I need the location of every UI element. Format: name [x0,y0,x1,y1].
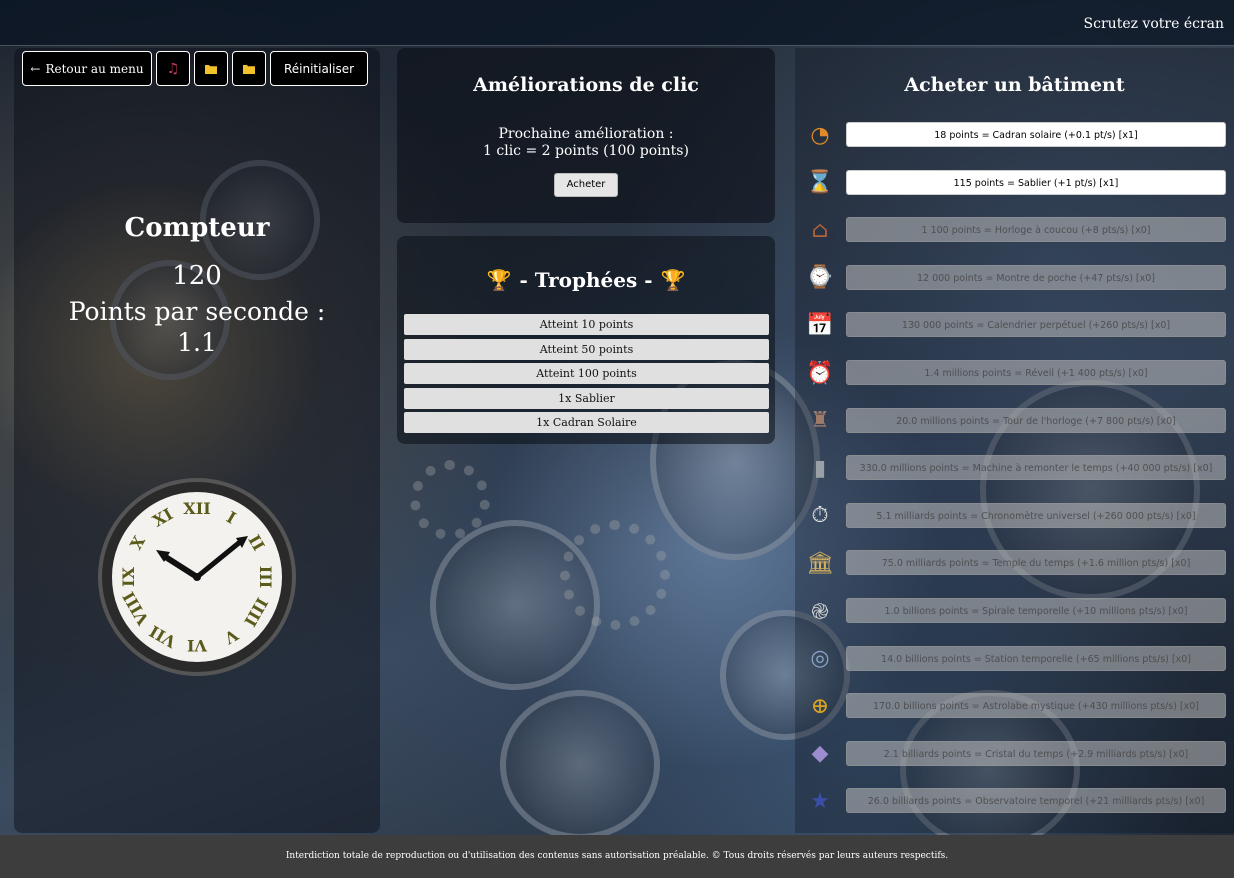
building-row: ⊕ 170.0 billions points = Astrolabe mysti… [795,687,1234,727]
buy-building-button: 26.0 billiards points = Observatoire tem… [846,788,1226,814]
click-upgrades-title: Améliorations de clic [473,74,699,96]
building-row: ◎ 14.0 billions points = Station temporel… [795,640,1234,680]
buy-building-button: 14.0 billions points = Station temporell… [846,645,1226,671]
clickable-clock[interactable]: XII I II III IIII V VI VII VIII IX X XI [102,482,292,672]
stopwatch-icon: ⏱ [811,503,829,529]
load-button[interactable] [232,51,266,86]
next-upgrade-detail: 1 clic = 2 points (100 points) [483,143,689,159]
cuckoo-clock-icon: ⌂ [811,217,829,243]
space-station-icon: ◎ [810,646,830,672]
alarm-clock-icon: ⏰ [806,360,834,386]
pocket-watch-icon: ⌚ [806,265,834,291]
crystal-icon: ◆ [811,741,829,767]
back-to-menu-button[interactable]: ← Retour au menu [22,51,152,86]
trophy-item: 1x Sablier [404,387,769,409]
folder-icon [243,64,255,74]
clock-tower-icon: ♜ [810,408,830,434]
background-gear [560,520,670,630]
points-per-second-label: Points par seconde : [68,297,326,326]
temple-icon: 🏛 [806,550,834,576]
save-button[interactable] [194,51,228,86]
counter-panel: ← Retour au menu ♫ Réinitialiser Compteu… [14,48,380,833]
counter-value: 120 [172,261,222,291]
back-to-menu-label: Retour au menu [45,61,144,76]
arrow-left-icon: ← [30,61,41,76]
trophy-item: Atteint 10 points [404,314,769,335]
sundial-icon: ◔ [810,122,830,148]
building-row: ◔ 18 points = Cadran solaire (+0.1 pt/s) … [795,116,1234,156]
top-hint: Scrutez votre écran [1083,16,1224,32]
clock-numeral: XII [183,499,211,518]
calendar-icon: 📅 [806,312,834,338]
trophy-item: Atteint 50 points [404,338,769,360]
footer: Interdiction totale de reproduction ou d… [0,835,1234,878]
building-row: ▮ 330.0 millions points = Machine à remon… [795,449,1234,489]
buy-building-button: 1 100 points = Horloge à coucou (+8 pts/… [846,217,1226,243]
reset-button[interactable]: Réinitialiser [270,51,368,86]
buy-building-button: 130 000 points = Calendrier perpétuel (+… [846,312,1226,338]
building-row: ֎ 1.0 billions points = Spirale temporell… [795,592,1234,632]
top-bar: Scrutez votre écran [0,0,1234,46]
next-upgrade-label: Prochaine amélioration : [498,126,674,142]
building-row: ★ 26.0 billiards points = Observatoire te… [795,782,1234,822]
building-row: ⌂ 1 100 points = Horloge à coucou (+8 pts… [795,211,1234,251]
buildings-panel: Acheter un bâtiment ◔ 18 points = Cadran … [795,48,1234,833]
folder-icon [205,64,217,74]
building-row: ♜ 20.0 millions points = Tour de l'horlog… [795,402,1234,442]
background-gear [410,460,490,540]
counter-title: Compteur [124,213,270,243]
observatory-icon: ★ [810,788,830,814]
clock-numeral: IX [119,567,138,587]
astrolabe-icon: ⊕ [810,693,830,719]
trophy-icon: 🏆 [660,268,686,292]
clock-numeral: VI [187,636,207,655]
music-button[interactable]: ♫ [156,51,190,86]
buy-building-button[interactable]: 115 points = Sablier (+1 pt/s) [x1] [846,169,1226,195]
building-row: ⏰ 1.4 millions points = Réveil (+1 400 pt… [795,354,1234,394]
click-upgrades-panel: Améliorations de clic Prochaine améliora… [397,48,775,223]
buy-building-button: 75.0 milliards points = Temple du temps … [846,550,1226,576]
trophy-list: Atteint 10 points Atteint 50 points Attein… [404,314,769,437]
hourglass-icon: ⌛ [806,170,834,196]
music-note-icon: ♫ [166,60,180,77]
buy-building-button: 12 000 points = Montre de poche (+47 pts… [846,264,1226,290]
toolbar: ← Retour au menu ♫ Réinitialiser [22,51,368,86]
buy-building-button: 170.0 billions points = Astrolabe mystiq… [846,693,1226,719]
building-row: ⌛ 115 points = Sablier (+1 pt/s) [x1] [795,164,1234,204]
building-row: ◆ 2.1 billiards points = Cristal du temps… [795,735,1234,775]
spiral-icon: ֎ [811,599,829,625]
minute-hand [194,539,243,580]
buy-building-button[interactable]: 18 points = Cadran solaire (+0.1 pt/s) [… [846,122,1226,147]
clock-numeral: III [256,565,275,589]
buy-building-button: 20.0 millions points = Tour de l'horloge… [846,407,1226,433]
points-per-second-value: 1.1 [177,328,217,357]
trophies-panel: 🏆 - Trophées - 🏆 Atteint 10 points Attein… [397,236,775,444]
trophy-icon: 🏆 [486,268,512,292]
buy-building-button: 2.1 billiards points = Cristal du temps … [846,740,1226,766]
hour-hand [161,553,200,580]
building-row: 🏛 75.0 milliards points = Temple du temps… [795,544,1234,584]
counter-block: Compteur 120 Points par seconde : 1.1 [14,213,380,357]
buy-building-button: 330.0 millions points = Machine à remont… [846,455,1226,481]
buy-building-button: 1.0 billions points = Spirale temporelle… [846,598,1226,623]
trophies-title: - Trophées - [519,268,653,292]
trophy-item: Atteint 100 points [404,363,769,384]
buy-building-button: 5.1 milliards points = Chronomètre unive… [846,502,1226,528]
buy-upgrade-button[interactable]: Acheter [554,173,618,197]
buildings-title: Acheter un bâtiment [904,74,1125,96]
background-clock [500,690,660,840]
building-row: ⌚ 12 000 points = Montre de poche (+47 pt… [795,259,1234,299]
building-row: 📅 130 000 points = Calendrier perpétuel (… [795,306,1234,346]
time-machine-icon: ▮ [813,455,827,481]
buy-building-button: 1.4 millions points = Réveil (+1 400 pts… [846,360,1226,385]
trophy-item: 1x Cadran Solaire [404,412,769,433]
trophies-heading: 🏆 - Trophées - 🏆 [397,268,775,292]
building-row: ⏱ 5.1 milliards points = Chronomètre univ… [795,497,1234,537]
